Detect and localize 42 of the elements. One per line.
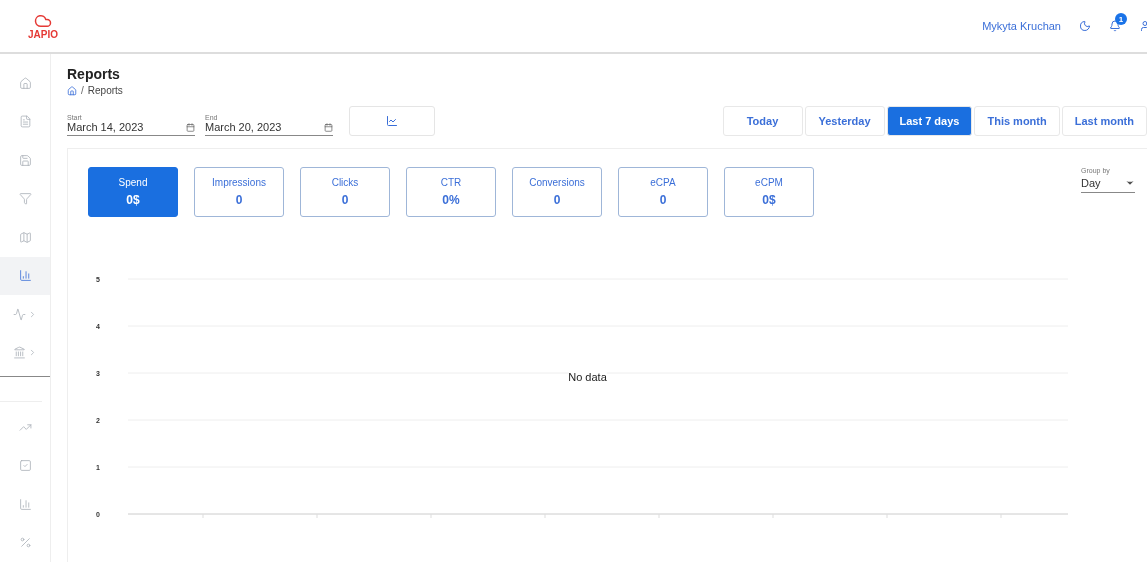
metric-tile[interactable]: Conversions 0 — [512, 167, 602, 217]
bell-icon[interactable] — [1109, 20, 1121, 32]
chart-button[interactable] — [349, 106, 435, 136]
breadcrumb-separator: / — [81, 85, 84, 96]
notification-badge: 1 — [1115, 13, 1127, 25]
bar-chart-icon — [18, 269, 32, 283]
chevron-icon — [28, 348, 37, 358]
range-button[interactable]: Last 7 days — [886, 106, 973, 136]
chevron-icon — [28, 309, 37, 319]
floppy-icon — [18, 153, 32, 167]
home-icon[interactable] — [67, 85, 77, 96]
sidebar-item[interactable] — [0, 256, 50, 295]
line-chart-icon — [386, 115, 398, 127]
page-title: Reports — [67, 66, 121, 82]
metric-tile[interactable]: eCPA 0 — [618, 167, 708, 217]
range-button[interactable]: Yesterday — [804, 106, 885, 136]
caret-icon — [1125, 178, 1135, 188]
percent-icon — [18, 536, 32, 550]
range-button[interactable]: This month — [974, 106, 1060, 136]
empty-message: No data — [568, 371, 607, 383]
select-value: Day — [1081, 177, 1101, 189]
moon-icon[interactable] — [1079, 20, 1091, 32]
map-icon — [18, 230, 32, 244]
user-name[interactable]: Mykyta Kruchan — [982, 20, 1061, 32]
range-button[interactable]: Last month — [1061, 106, 1147, 136]
calendar-icon[interactable] — [186, 122, 195, 132]
metric-tile[interactable]: eCPM 0$ — [724, 167, 814, 217]
metric-tile[interactable]: Impressions 0 — [194, 167, 284, 217]
document-icon — [18, 115, 32, 129]
bank-icon — [13, 346, 26, 360]
bar-chart-icon — [18, 497, 32, 511]
home-icon — [18, 76, 32, 90]
range-button[interactable]: Today — [722, 106, 803, 136]
pulse-icon — [13, 307, 26, 321]
metric-tile[interactable]: Clicks 0 — [300, 167, 390, 217]
breadcrumb: Reports — [87, 85, 123, 96]
checkbox-icon — [18, 459, 32, 473]
metric-tile[interactable]: Spend 0$ — [88, 167, 178, 217]
logo: JAPIO — [28, 12, 58, 40]
filter-icon — [18, 192, 32, 206]
metric-tile[interactable]: CTR 0% — [406, 167, 496, 217]
calendar-icon[interactable] — [324, 122, 333, 132]
